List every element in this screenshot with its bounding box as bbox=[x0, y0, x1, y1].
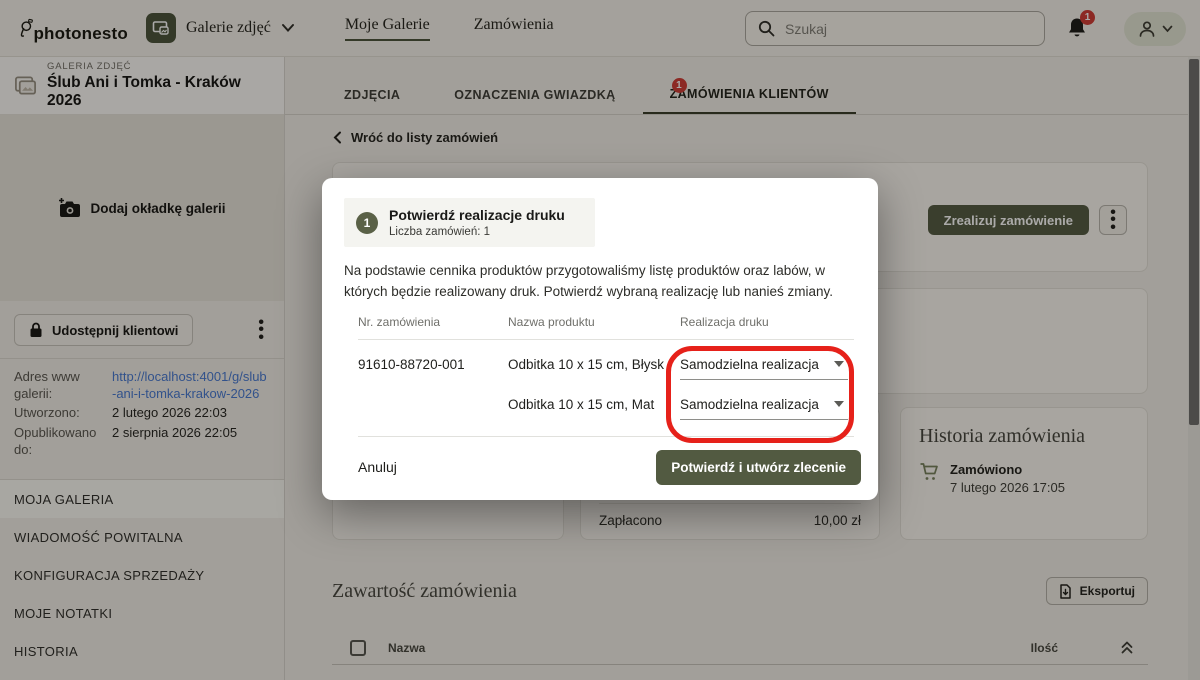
dropdown-arrow-icon bbox=[834, 361, 844, 367]
step-number-badge: 1 bbox=[356, 212, 378, 234]
modal-title: Potwierdź realizacje druku bbox=[389, 207, 565, 223]
dropdown-arrow-icon bbox=[834, 401, 844, 407]
product-name-cell: Odbitka 10 x 15 cm, Błysk bbox=[508, 357, 680, 372]
confirm-create-order-button[interactable]: Potwierdź i utwórz zlecenie bbox=[656, 450, 861, 485]
product-name-cell: Odbitka 10 x 15 cm, Mat bbox=[508, 397, 680, 412]
realization-select-value: Samodzielna realizacja bbox=[680, 357, 819, 372]
modal-subtitle: Liczba zamówień: 1 bbox=[389, 226, 565, 238]
realization-select-2[interactable]: Samodzielna realizacja bbox=[680, 397, 848, 420]
realization-select-value: Samodzielna realizacja bbox=[680, 397, 819, 412]
confirm-print-modal: 1 Potwierdź realizacje druku Liczba zamó… bbox=[322, 178, 878, 500]
modal-table-row: Odbitka 10 x 15 cm, Mat Samodzielna real… bbox=[358, 397, 854, 420]
realization-select-1[interactable]: Samodzielna realizacja bbox=[680, 357, 848, 380]
col-product-header: Nazwa produktu bbox=[508, 315, 680, 329]
modal-description: Na podstawie cennika produktów przygotow… bbox=[344, 261, 856, 303]
cancel-button[interactable]: Anuluj bbox=[358, 459, 397, 475]
col-order-no-header: Nr. zamówienia bbox=[358, 315, 508, 329]
col-realization-header: Realizacja druku bbox=[680, 315, 848, 329]
modal-table: Nr. zamówienia Nazwa produktu Realizacja… bbox=[358, 315, 854, 420]
order-number-cell: 91610-88720-001 bbox=[358, 357, 508, 372]
modal-table-row: 91610-88720-001 Odbitka 10 x 15 cm, Błys… bbox=[358, 357, 854, 380]
modal-table-header: Nr. zamówienia Nazwa produktu Realizacja… bbox=[358, 315, 854, 340]
modal-footer: Anuluj Potwierdź i utwórz zlecenie bbox=[322, 437, 878, 485]
modal-step-header: 1 Potwierdź realizacje druku Liczba zamó… bbox=[344, 198, 595, 247]
